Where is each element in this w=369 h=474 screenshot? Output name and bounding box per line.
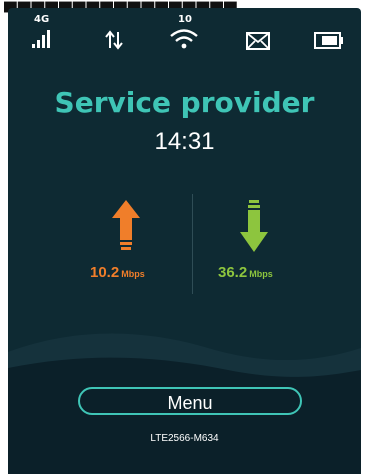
mail-icon — [246, 32, 270, 50]
service-provider-title: Service provider — [54, 86, 315, 119]
device-screen: 4G 10 Service provider 14:31 10.2 Mbps 3… — [8, 8, 361, 474]
download-speed-unit: Mbps — [249, 269, 273, 279]
battery-icon — [314, 32, 343, 49]
wifi-clients-label: 10 — [178, 14, 192, 25]
upload-speed-value: 10.2 — [90, 264, 120, 281]
clock-time: 14:31 — [154, 128, 215, 155]
status-bar: 4G 10 — [8, 8, 361, 68]
signal-icon — [32, 30, 50, 48]
download-arrow-icon — [240, 200, 268, 252]
upload-speed: 10.2 Mbps — [90, 264, 145, 281]
download-speed-value: 36.2 — [218, 264, 248, 281]
wifi-icon — [170, 29, 198, 49]
device-model-label: LTE2566-M634 — [150, 433, 219, 444]
menu-button[interactable]: Menu — [78, 387, 302, 415]
data-transfer-icon — [105, 30, 123, 50]
upload-speed-unit: Mbps — [121, 269, 145, 279]
speed-divider — [192, 194, 193, 294]
upload-arrow-icon — [112, 200, 140, 250]
download-speed: 36.2 Mbps — [218, 264, 273, 281]
network-type-label: 4G — [34, 14, 50, 25]
